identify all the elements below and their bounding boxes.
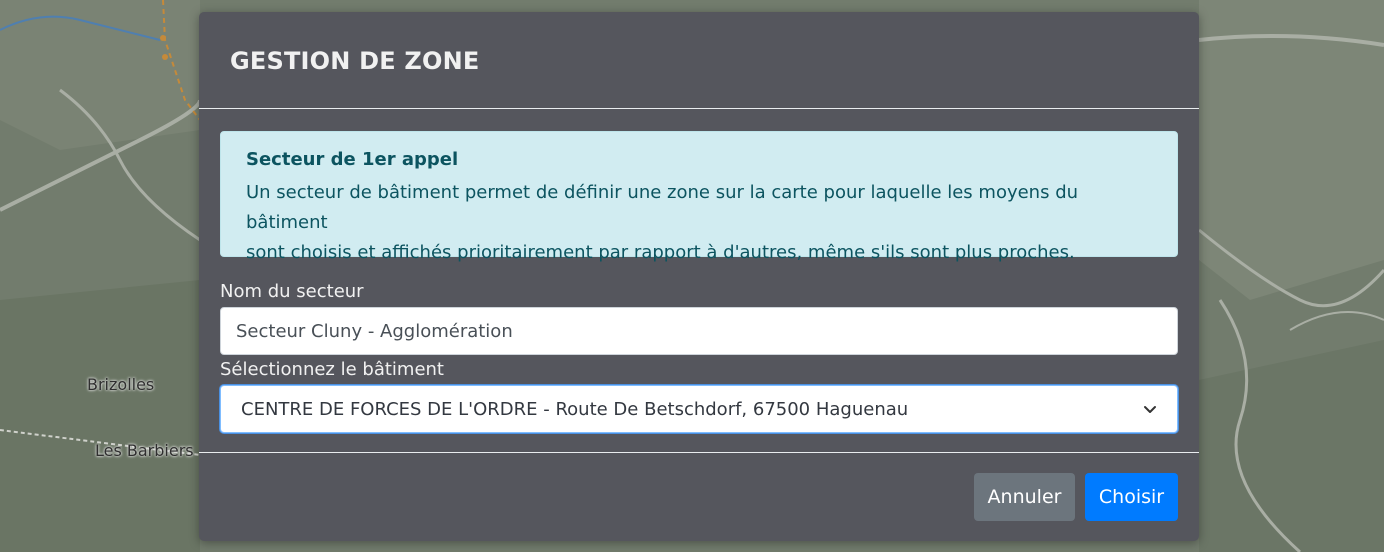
modal-title: GESTION DE ZONE [230, 47, 480, 75]
choose-button[interactable]: Choisir [1085, 473, 1178, 521]
building-select[interactable]: CENTRE DE FORCES DE L'ORDRE - Route De B… [220, 385, 1178, 433]
sector-name-input[interactable]: Secteur Cluny - Agglomération [220, 307, 1178, 355]
modal-footer: Annuler Choisir [199, 452, 1199, 541]
sector-name-label: Nom du secteur [220, 281, 364, 302]
info-alert: Secteur de 1er appel Un secteur de bâtim… [220, 131, 1178, 263]
info-text-line: sont choisis et affichés prioritairement… [246, 242, 1075, 263]
modal-header: GESTION DE ZONE [199, 12, 1199, 109]
chevron-down-icon [1144, 406, 1156, 413]
cancel-button[interactable]: Annuler [974, 473, 1075, 521]
info-title: Secteur de 1er appel [246, 149, 459, 170]
building-select-label: Sélectionnez le bâtiment [220, 359, 444, 380]
info-text: Un secteur de bâtiment permet de définir… [246, 178, 1152, 268]
building-select-value: CENTRE DE FORCES DE L'ORDRE - Route De B… [241, 398, 909, 420]
zone-management-dialog: GESTION DE ZONE Secteur de 1er appel Un … [199, 12, 1199, 541]
info-text-line: Un secteur de bâtiment permet de définir… [246, 182, 1079, 233]
